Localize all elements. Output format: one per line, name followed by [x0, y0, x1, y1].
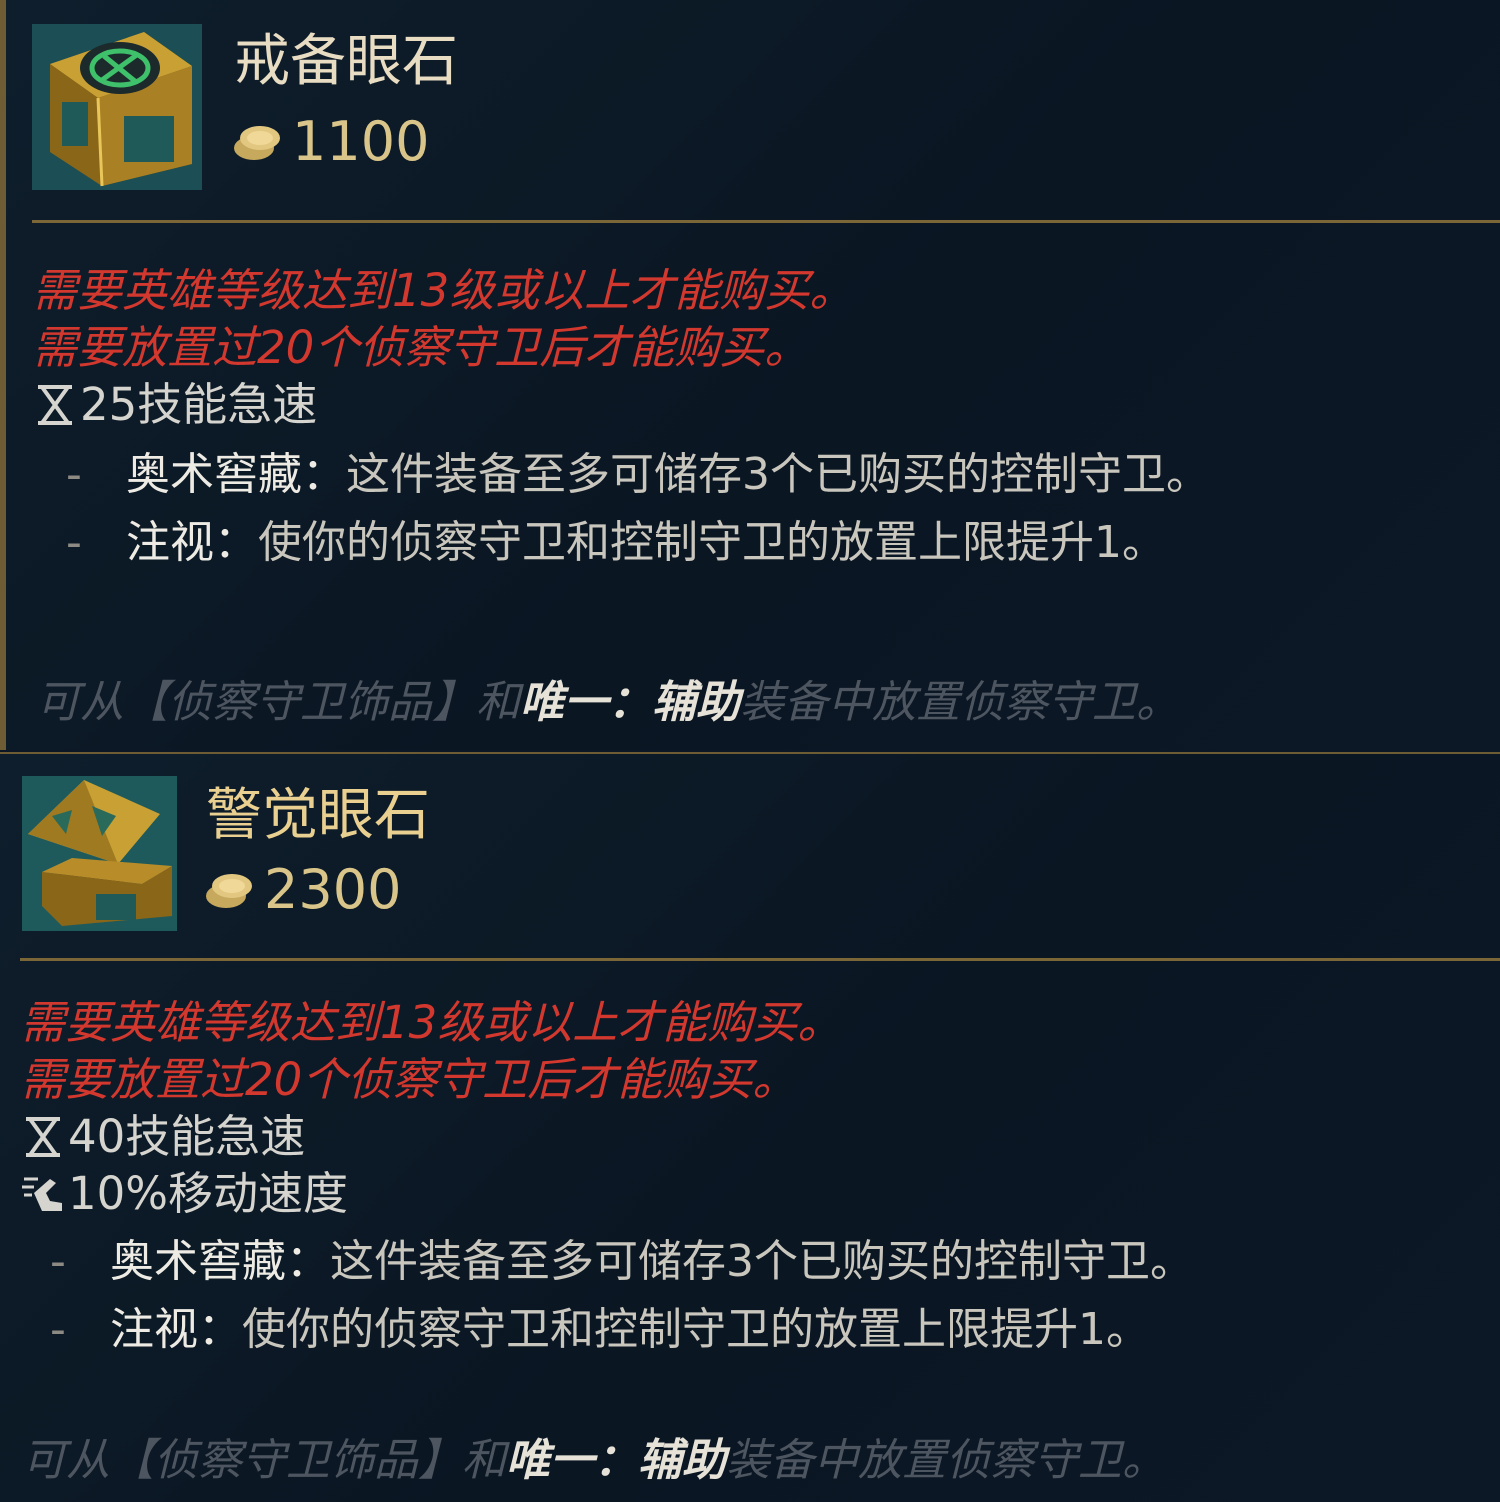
passive-watchful: - 注视：使你的侦察守卫和控制守卫的放置上限提升1。 — [66, 517, 1166, 568]
item-footer-note: 可从【侦察守卫饰品】和唯一：辅助装备中放置侦察守卫。 — [22, 1435, 1166, 1486]
requirement-text: 需要放置过20个侦察守卫后才能购买。 — [32, 321, 810, 374]
vigilant-wardstone-icon — [22, 776, 177, 931]
item-card-vigilant-wardstone: 警觉眼石 2300 需要英雄等级达到13级或以上才能购买。 需要放置过20个侦察… — [0, 752, 1500, 1502]
item-name: 警觉眼石 — [206, 783, 430, 848]
item-name: 戒备眼石 — [234, 29, 458, 94]
stat-ability-haste: 25技能急速 — [32, 376, 1500, 433]
divider — [32, 220, 1500, 223]
requirement-text: 需要英雄等级达到13级或以上才能购买。 — [32, 264, 855, 317]
item-card-watchful-wardstone: 戒备眼石 1100 需要英雄等级达到13级或以上才能购买。 需要放置过20个侦察… — [0, 0, 1500, 750]
passive-arcane-cache: - 奥术窖藏：这件装备至多可储存3个已购买的控制守卫。 — [50, 1236, 1194, 1287]
divider — [20, 958, 1500, 961]
passive-arcane-cache: - 奥术窖藏：这件装备至多可储存3个已购买的控制守卫。 — [66, 449, 1210, 500]
requirement-text: 需要英雄等级达到13级或以上才能购买。 — [20, 996, 843, 1049]
item-description: 需要英雄等级达到13级或以上才能购买。 需要放置过20个侦察守卫后才能购买。 2… — [32, 262, 1500, 577]
gold-coin-icon — [234, 125, 280, 160]
requirement-text: 需要放置过20个侦察守卫后才能购买。 — [20, 1053, 798, 1106]
item-description: 需要英雄等级达到13级或以上才能购买。 需要放置过20个侦察守卫后才能购买。 4… — [20, 994, 1500, 1364]
stat-move-speed: 10%移动速度 — [20, 1165, 1500, 1222]
hourglass-icon — [38, 384, 72, 425]
item-cost: 1100 — [232, 110, 429, 173]
gold-coin-icon — [206, 873, 252, 908]
stat-ability-haste: 40技能急速 — [20, 1108, 1500, 1165]
watchful-wardstone-icon — [32, 24, 202, 190]
boot-icon — [22, 1177, 62, 1211]
item-cost-value: 2300 — [264, 858, 402, 921]
hourglass-icon — [26, 1116, 60, 1157]
item-cost-value: 1100 — [292, 110, 430, 173]
passive-watchful: - 注视：使你的侦察守卫和控制守卫的放置上限提升1。 — [50, 1304, 1150, 1355]
item-cost: 2300 — [204, 858, 401, 921]
item-footer-note: 可从【侦察守卫饰品】和唯一：辅助装备中放置侦察守卫。 — [36, 677, 1180, 728]
